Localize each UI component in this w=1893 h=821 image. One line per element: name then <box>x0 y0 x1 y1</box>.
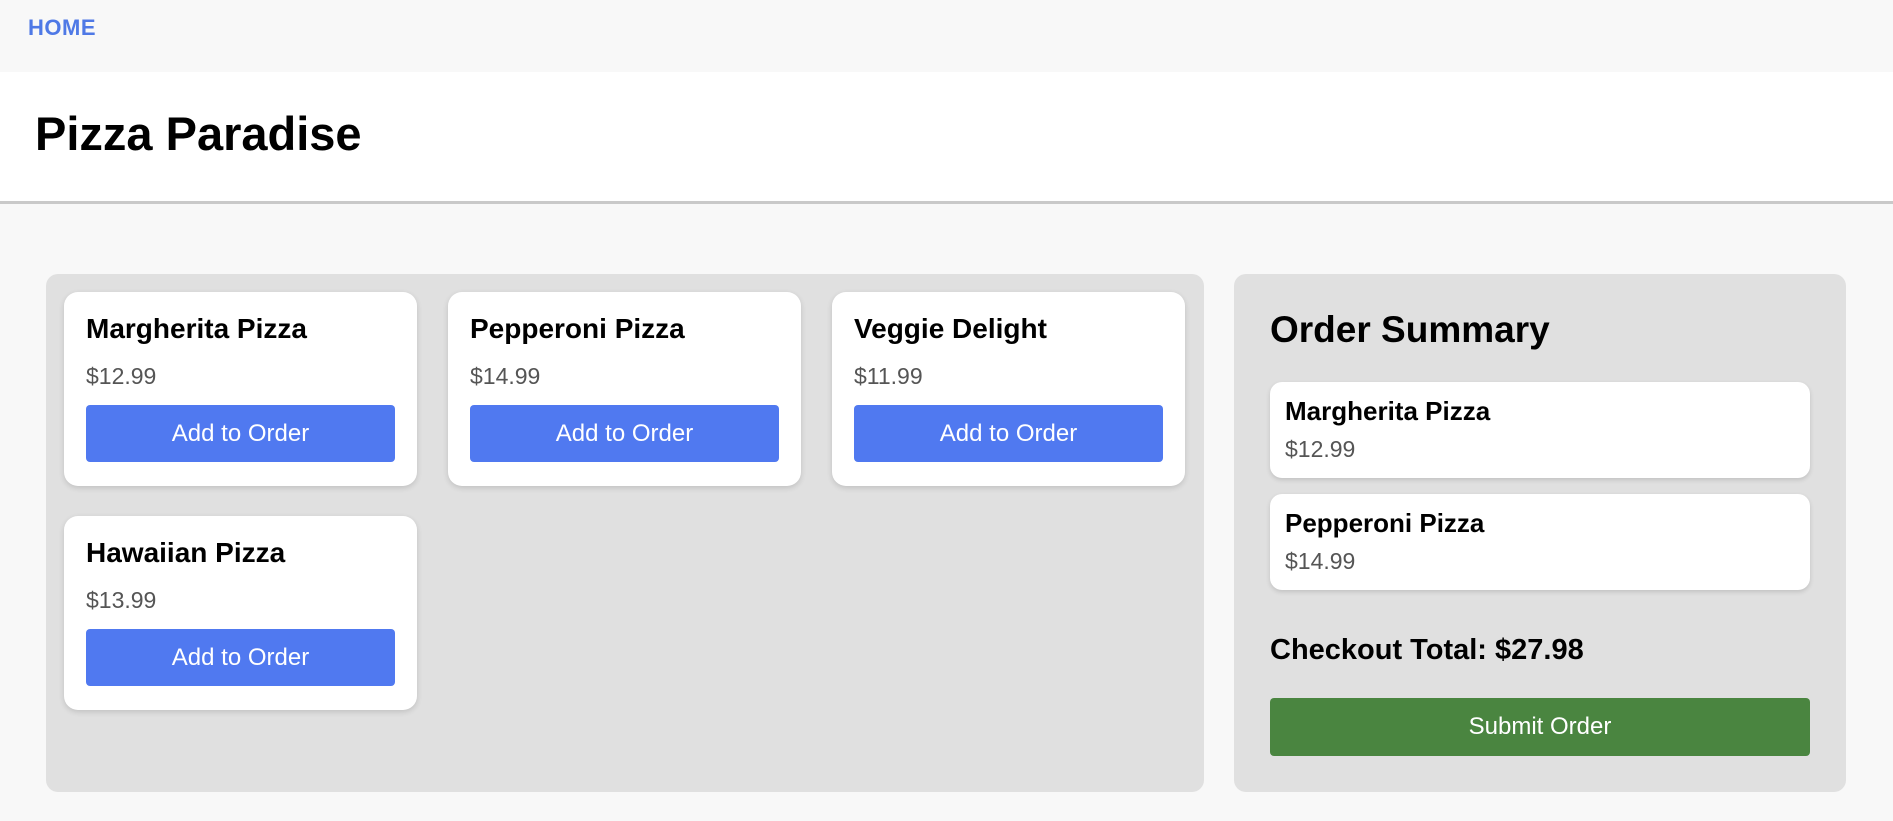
add-to-order-button[interactable]: Add to Order <box>470 405 779 462</box>
submit-order-button[interactable]: Submit Order <box>1270 698 1810 756</box>
top-nav: HOME <box>0 0 1893 72</box>
add-to-order-button[interactable]: Add to Order <box>86 405 395 462</box>
pizza-price: $12.99 <box>86 363 157 389</box>
pizza-name: Hawaiian Pizza <box>86 537 286 568</box>
checkout-total: Checkout Total: $27.98 <box>1270 634 1584 666</box>
page-title: Pizza Paradise <box>35 107 362 160</box>
pizza-card: Veggie Delight $11.99 Add to Order <box>832 292 1185 486</box>
pizza-card: Margherita Pizza $12.99 Add to Order <box>64 292 417 486</box>
add-to-order-button[interactable]: Add to Order <box>854 405 1163 462</box>
pizza-name: Pepperoni Pizza <box>470 313 685 344</box>
order-item: Pepperoni Pizza $14.99 <box>1270 494 1810 590</box>
pizza-price: $14.99 <box>470 363 541 389</box>
pizza-card: Pepperoni Pizza $14.99 Add to Order <box>448 292 801 486</box>
add-to-order-button[interactable]: Add to Order <box>86 629 395 686</box>
order-item-name: Margherita Pizza <box>1285 396 1491 426</box>
pizza-price: $13.99 <box>86 587 157 613</box>
order-item-price: $14.99 <box>1285 548 1356 574</box>
pizza-name: Margherita Pizza <box>86 313 307 344</box>
order-summary-title: Order Summary <box>1270 309 1550 350</box>
menu-panel: Margherita Pizza $12.99 Add to Order Pep… <box>46 274 1204 792</box>
page-header: Pizza Paradise <box>0 72 1893 204</box>
home-link[interactable]: HOME <box>28 15 96 41</box>
pizza-card: Hawaiian Pizza $13.99 Add to Order <box>64 516 417 710</box>
pizza-price: $11.99 <box>854 363 923 389</box>
order-item-name: Pepperoni Pizza <box>1285 508 1485 538</box>
order-summary-panel: Order Summary Margherita Pizza $12.99 Pe… <box>1234 274 1846 792</box>
order-item: Margherita Pizza $12.99 <box>1270 382 1810 478</box>
pizza-name: Veggie Delight <box>854 313 1047 344</box>
order-item-price: $12.99 <box>1285 436 1356 462</box>
